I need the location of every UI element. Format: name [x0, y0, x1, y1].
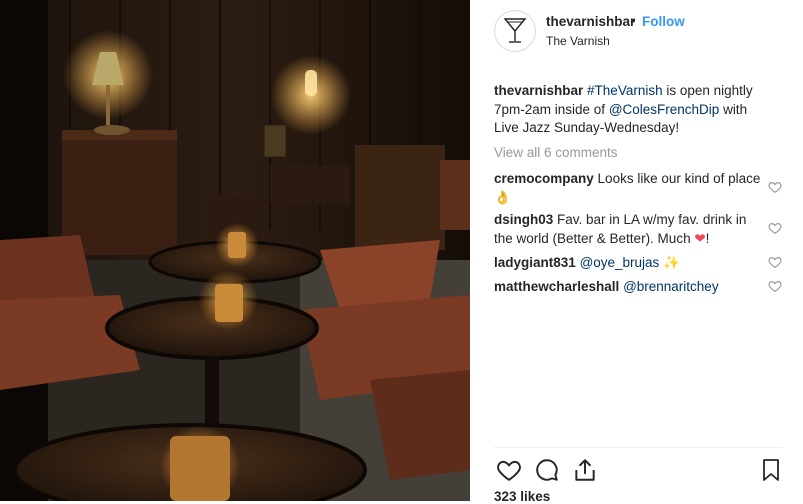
avatar[interactable]: [494, 10, 536, 52]
comment-username[interactable]: matthewcharleshall: [494, 279, 619, 294]
post-photo[interactable]: [0, 0, 470, 501]
post-location[interactable]: The Varnish: [546, 34, 610, 48]
martini-glass-logo-icon: [503, 18, 527, 43]
heart-icon: [497, 460, 521, 481]
comment-item: dsingh03 Fav. bar in LA w/my fav. drink …: [494, 211, 766, 248]
comment-item: ladygiant831 @oye_brujas ✨: [494, 254, 766, 273]
post-header: thevarnishbar • Follow The Varnish: [494, 8, 784, 56]
comment-username[interactable]: ladygiant831: [494, 255, 576, 270]
small-heart-icon[interactable]: [768, 180, 782, 194]
small-heart-icon[interactable]: [768, 279, 782, 293]
share-button[interactable]: [570, 455, 600, 485]
comment-item: matthewcharleshall @brennaritchey: [494, 278, 766, 297]
caption-username[interactable]: thevarnishbar: [494, 83, 583, 98]
comment-mention[interactable]: @brennaritchey: [623, 279, 719, 294]
comment-item: cremocompany Looks like our kind of plac…: [494, 170, 766, 207]
share-icon: [575, 459, 595, 481]
bookmark-icon: [763, 459, 779, 481]
bar-interior-image: [0, 0, 470, 501]
small-heart-icon[interactable]: [768, 255, 782, 269]
caption-hashtag[interactable]: #TheVarnish: [587, 83, 663, 98]
separator-dot: •: [631, 13, 636, 28]
post-side-panel: thevarnishbar • Follow The Varnish theva…: [470, 0, 803, 504]
red-heart-emoji: ❤: [694, 230, 706, 246]
ok-hand-emoji: 👌: [494, 189, 511, 205]
view-all-comments-link[interactable]: View all 6 comments: [494, 145, 618, 160]
follow-button[interactable]: Follow: [642, 14, 685, 29]
likes-count[interactable]: 323 likes: [494, 489, 550, 504]
post-actions: [494, 455, 786, 485]
small-heart-icon[interactable]: [768, 221, 782, 235]
comment-username[interactable]: dsingh03: [494, 212, 553, 227]
comment-mention[interactable]: @oye_brujas: [580, 255, 660, 270]
post-username[interactable]: thevarnishbar: [546, 14, 635, 29]
like-button[interactable]: [494, 455, 524, 485]
comment-suffix: !: [705, 230, 710, 246]
comment-button[interactable]: [532, 455, 562, 485]
comment-text: Looks like our kind of place: [593, 171, 761, 186]
sparkles-emoji: ✨: [663, 255, 680, 270]
speech-bubble-icon: [536, 459, 558, 481]
caption-mention[interactable]: @ColesFrenchDip: [609, 102, 720, 117]
divider: [494, 447, 782, 448]
save-button[interactable]: [756, 455, 786, 485]
post-caption: thevarnishbar #TheVarnish is open nightl…: [494, 82, 766, 138]
comment-username[interactable]: cremocompany: [494, 171, 594, 186]
